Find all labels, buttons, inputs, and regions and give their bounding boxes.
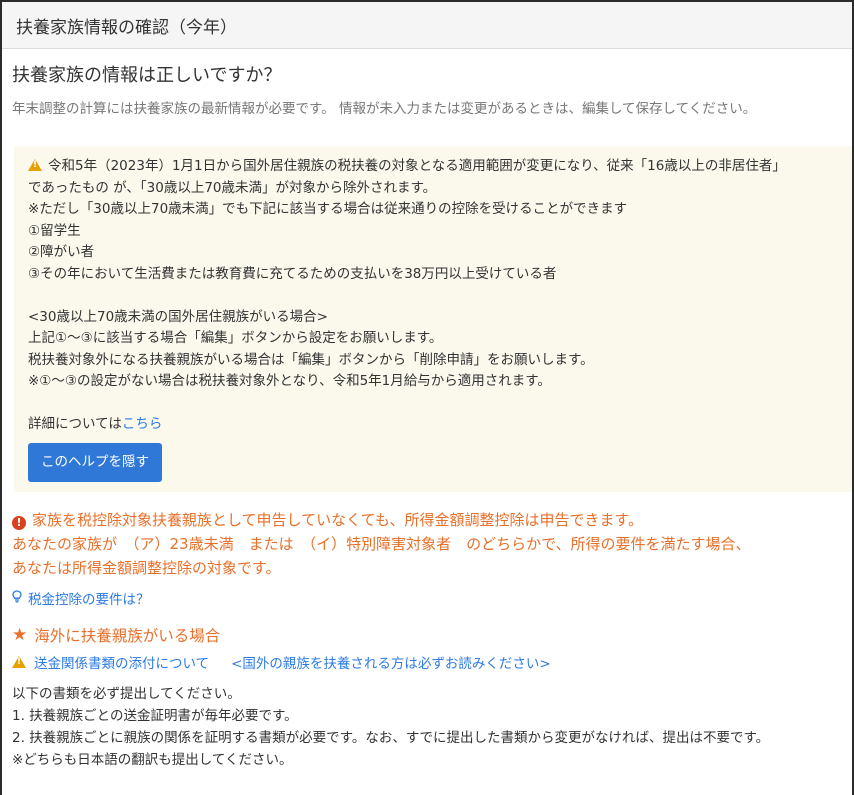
tax-requirements-link[interactable]: 税金控除の要件は？ xyxy=(12,588,852,608)
doc-item-1: 1. 扶養親族ごとの送金証明書が毎年必要です。 xyxy=(12,708,298,724)
help-line-3: ※ただし「30歳以上70歳未満」でも下記に該当する場合は従来通りの控除を受けるこ… xyxy=(28,201,628,217)
help-sub-heading: <30歳以上70歳未満の国外居住親族がいる場合> xyxy=(28,308,328,325)
help-sub-3: ※①～③の設定がない場合は税扶養対象外となり、令和5年1月給与から適用されます。 xyxy=(28,373,551,389)
details-prefix: 詳細については xyxy=(28,416,122,432)
lightbulb-icon xyxy=(12,590,22,606)
exclamation-circle-icon: ! xyxy=(12,516,26,530)
help-sub-1: 上記①～③に該当する場合「編集」ボタンから設定をお願いします。 xyxy=(28,330,443,346)
hide-help-button[interactable]: このヘルプを隠す xyxy=(28,442,162,482)
doc-note: ※どちらも日本語の翻訳も提出してください。 xyxy=(12,752,293,768)
details-link[interactable]: こちら xyxy=(122,416,163,432)
lightbulb-svg xyxy=(12,590,22,603)
help-details: 詳細についてはこちら xyxy=(28,414,852,436)
help-item-2: ②障がい者 xyxy=(28,244,95,260)
panel-title: 扶養家族情報の確認（今年） xyxy=(16,17,237,38)
notice-line-3: あなたは所得金額調整控除の対象です。 xyxy=(12,559,281,577)
star-icon: ★ xyxy=(12,625,28,645)
warning-triangle-icon xyxy=(28,159,42,171)
notice-line-2: あなたの家族が （ア）23歳未満 または （イ）特別障害対象者 のどちらかで、所… xyxy=(12,535,751,553)
help-sub-2: 税扶養対象外になる扶養親族がいる場合は「編集」ボタンから「削除申請」をお願いしま… xyxy=(28,351,594,368)
panel-content: 扶養家族の情報は正しいですか？ 年末調整の計算には扶養家族の最新情報が必要です。… xyxy=(2,61,852,771)
remit-docs-row: 送金関係書類の添付について <国外の親族を扶養される方は必ずお読みください> xyxy=(12,652,852,672)
help-line-2: であったもの が、「30歳以上70歳未満」が対象から除外されます。 xyxy=(28,179,437,196)
dependents-panel: 扶養家族情報の確認（今年） 扶養家族の情報は正しいですか？ 年末調整の計算には扶… xyxy=(0,0,854,795)
remit-docs-link[interactable]: 送金関係書類の添付について xyxy=(34,652,209,672)
help-item-3: ③その年において生活費または教育費に充てるための支払いを38万円以上受けている者 xyxy=(28,265,557,282)
panel-header: 扶養家族情報の確認（今年） xyxy=(2,2,852,49)
notice-line-1: ! 家族を税控除対象扶養親族として申告していなくても、所得金額調整控除は申告できま… xyxy=(12,508,852,532)
tax-requirements-text[interactable]: 税金控除の要件は？ xyxy=(28,588,150,608)
required-docs: 以下の書類を必ず提出してください。 1. 扶養親族ごとの送金証明書が毎年必要です… xyxy=(12,683,852,771)
must-read-link[interactable]: <国外の親族を扶養される方は必ずお読みください> xyxy=(231,652,551,672)
notice-line-1-text: 家族を税控除対象扶養親族として申告していなくても、所得金額調整控除は申告できます… xyxy=(32,511,643,529)
overseas-heading: ★ 海外に扶養親族がいる場合 xyxy=(12,624,852,646)
page-title: 扶養家族の情報は正しいですか？ xyxy=(12,65,282,86)
warning-triangle-icon xyxy=(12,656,26,668)
overseas-heading-text: 海外に扶養親族がいる場合 xyxy=(34,627,221,645)
intro-text: 年末調整の計算には扶養家族の最新情報が必要です。 情報が未入力または変更があると… xyxy=(12,101,757,117)
doc-item-2: 2. 扶養親族ごとに親族の関係を証明する書類が必要です。なお、すでに提出した書類… xyxy=(12,730,770,746)
docs-intro: 以下の書類を必ず提出してください。 xyxy=(12,686,241,702)
help-line-1-text: 令和5年（2023年）1月1日から国外居住親族の税扶養の対象となる適用範囲が変更… xyxy=(48,158,786,174)
help-box: 令和5年（2023年）1月1日から国外居住親族の税扶養の対象となる適用範囲が変更… xyxy=(14,146,852,492)
help-line-1: 令和5年（2023年）1月1日から国外居住親族の税扶養の対象となる適用範囲が変更… xyxy=(28,156,852,178)
adjustment-notice: ! 家族を税控除対象扶養親族として申告していなくても、所得金額調整控除は申告できま… xyxy=(12,508,852,580)
help-item-1: ①留学生 xyxy=(28,222,81,239)
